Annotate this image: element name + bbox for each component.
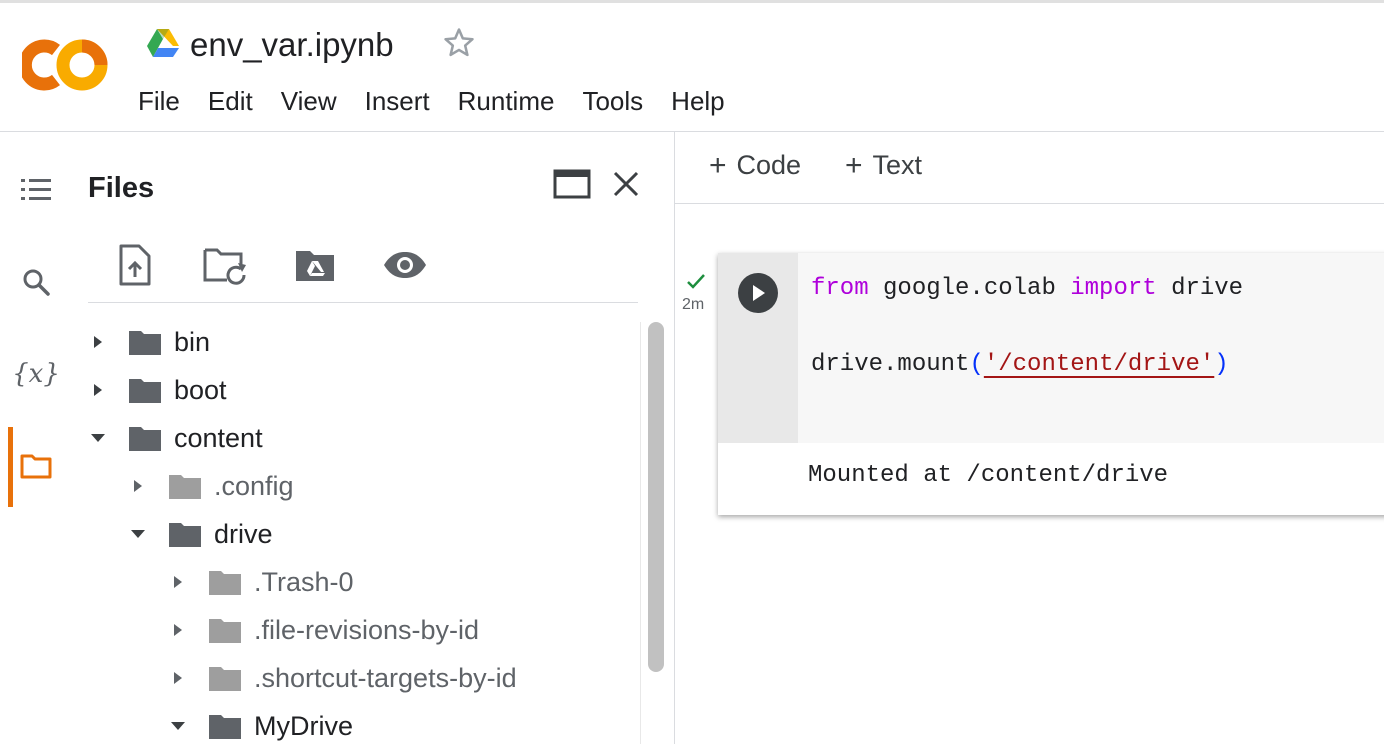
expand-arrow-icon[interactable] [88,332,108,352]
menu-bar: File Edit View Insert Runtime Tools Help [138,83,739,119]
add-code-button[interactable]: + Code [709,150,801,181]
menu-help[interactable]: Help [657,83,738,119]
tree-item-config[interactable]: .config [128,462,294,510]
expand-arrow-icon[interactable] [168,572,188,592]
keyword-from: from [811,275,869,302]
panel-divider [88,302,638,303]
folder-icon [209,571,241,595]
open-in-tab-icon[interactable] [550,162,594,206]
collapse-arrow-icon[interactable] [88,428,108,448]
menu-edit[interactable]: Edit [194,83,267,119]
code-editor[interactable]: from google.colab import drive drive.mou… [798,253,1384,443]
expand-arrow-icon[interactable] [168,620,188,640]
tree-item-label: .file-revisions-by-id [254,614,480,645]
add-code-label: Code [736,150,802,180]
tree-item-label: bin [174,326,211,357]
menu-runtime[interactable]: Runtime [444,83,569,119]
tree-item-label: .shortcut-targets-by-id [254,662,517,693]
execution-time: 2m [682,296,705,313]
variables-icon[interactable]: {x} [8,346,64,402]
folder-icon [209,715,241,739]
collapse-arrow-icon[interactable] [128,524,148,544]
files-panel: Files bin boot content .config drive .Tr… [72,132,675,744]
cell-output: Mounted at /content/drive [808,462,1169,489]
toc-icon[interactable] [8,162,64,218]
tree-item-label: drive [214,518,273,549]
notebook-title[interactable]: env_var.ipynb [190,23,394,67]
folder-icon [169,475,201,499]
notebook-toolbar: + Code + Text [675,132,1384,204]
tree-item-label: .Trash-0 [254,566,354,597]
google-drive-icon[interactable] [146,28,180,58]
add-text-button[interactable]: + Text [845,150,922,181]
scrollbar-thumb[interactable] [648,322,664,672]
expand-arrow-icon[interactable] [88,380,108,400]
tree-item-shortcut-targets[interactable]: .shortcut-targets-by-id [168,654,517,702]
tree-item-label: boot [174,374,227,405]
activity-bar: {x} [0,132,72,744]
upload-file-icon[interactable] [110,240,160,290]
folder-icon [129,427,161,451]
tree-item-content[interactable]: content [88,414,263,462]
files-panel-title: Files [88,172,155,204]
expand-arrow-icon[interactable] [168,668,188,688]
run-cell-button[interactable] [738,273,778,313]
module-name: google.colab [868,275,1071,302]
expand-arrow-icon[interactable] [128,476,148,496]
folder-icon[interactable] [8,438,64,494]
close-icon[interactable] [604,162,648,206]
search-icon[interactable] [8,254,64,310]
scrollbar-track [640,322,641,744]
folder-icon [169,523,201,547]
tree-item-drive[interactable]: drive [128,510,273,558]
tree-item-bin[interactable]: bin [88,318,210,366]
code-line-1: from google.colab import drive [811,275,1243,302]
tree-item-trash[interactable]: .Trash-0 [168,558,354,606]
tree-item-boot[interactable]: boot [88,366,227,414]
plus-icon: + [845,148,863,182]
add-text-label: Text [872,150,923,180]
tree-item-label: .config [214,470,294,501]
call-expression: drive.mount [811,351,970,378]
string-literal: '/content/drive' [983,351,1215,378]
folder-icon [129,331,161,355]
menu-tools[interactable]: Tools [568,83,657,119]
code-line-2: drive.mount('/content/drive') [811,351,1229,378]
import-name: drive [1156,275,1244,302]
show-hidden-icon[interactable] [380,240,430,290]
mount-drive-icon[interactable] [290,240,340,290]
tree-item-file-revisions[interactable]: .file-revisions-by-id [168,606,479,654]
tree-item-label: MyDrive [254,710,353,741]
check-icon [685,270,707,292]
open-paren: ( [969,351,984,378]
plus-icon: + [709,148,727,182]
tree-item-label: content [174,422,263,453]
app-header: env_var.ipynb File Edit View Insert Runt… [0,3,1384,132]
refresh-folder-icon[interactable] [200,240,250,290]
tree-item-mydrive[interactable]: MyDrive [168,702,353,750]
folder-icon [209,667,241,691]
colab-logo[interactable] [18,35,110,95]
notebook-area: + Code + Text 2m from google.colab impor… [675,132,1384,744]
star-icon[interactable] [440,24,478,62]
code-cell[interactable]: from google.colab import drive drive.mou… [718,253,1384,515]
close-paren: ) [1214,351,1229,378]
menu-file[interactable]: File [138,83,194,119]
folder-icon [209,619,241,643]
collapse-arrow-icon[interactable] [168,716,188,736]
folder-icon [129,379,161,403]
play-icon [753,285,765,301]
menu-insert[interactable]: Insert [351,83,444,119]
cell-gutter [718,253,798,443]
menu-view[interactable]: View [267,83,351,119]
keyword-import: import [1070,275,1157,302]
